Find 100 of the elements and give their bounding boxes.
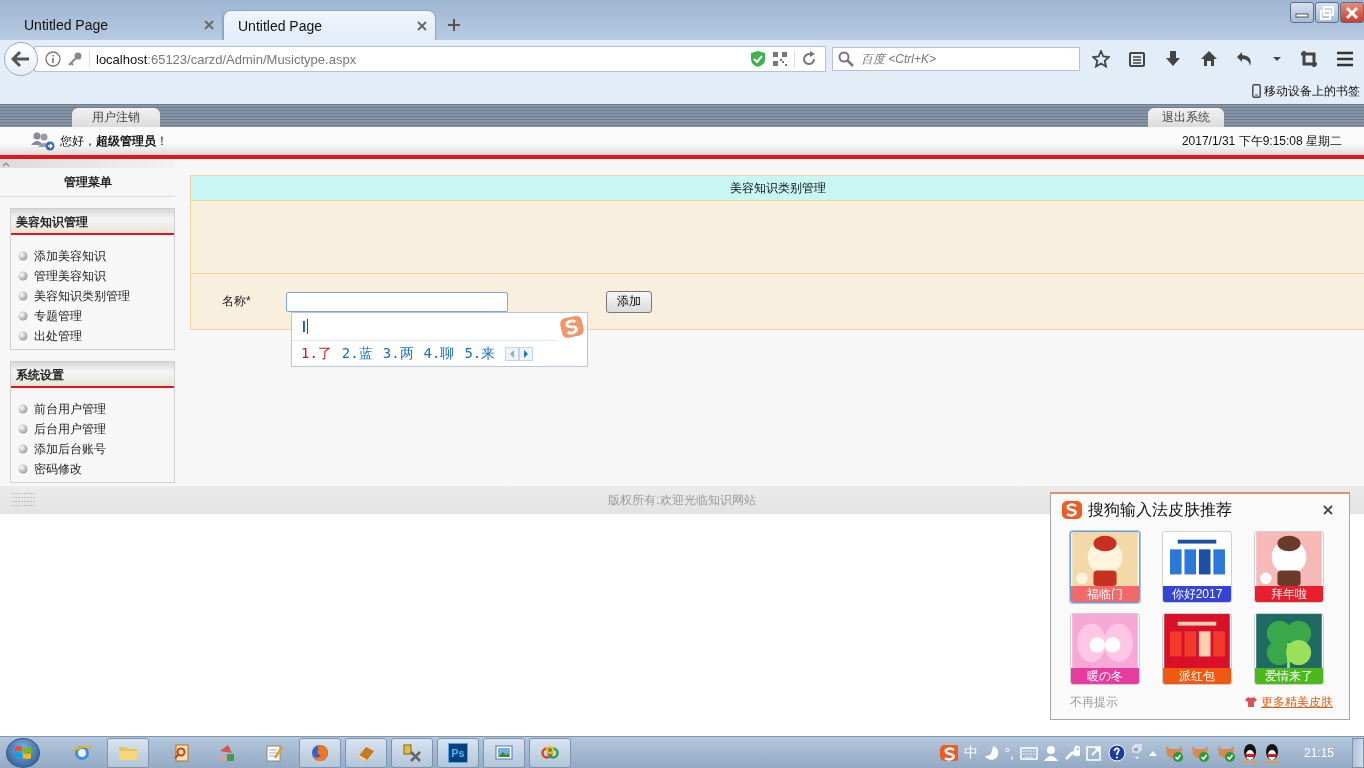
candidate[interactable]: 5.来	[464, 345, 496, 363]
candidate[interactable]: 1.了	[301, 345, 332, 363]
penguin-icon[interactable]	[1263, 742, 1280, 763]
group-title: 系统设置	[11, 362, 174, 388]
menu-link[interactable]: 美容知识类别管理	[34, 287, 130, 305]
bullet-icon	[18, 464, 28, 474]
taskbar-button[interactable]	[299, 737, 341, 768]
wrench-icon[interactable]	[1063, 744, 1080, 761]
popup-title: 搜狗输入法皮肤推荐	[1088, 499, 1232, 520]
more-skins-link[interactable]: 更多精美皮肤	[1261, 693, 1333, 711]
bullet-icon	[18, 291, 28, 301]
penguin-icon[interactable]	[1241, 742, 1258, 763]
skin-label: 暖の冬	[1071, 668, 1139, 684]
restore-button[interactable]	[1315, 2, 1339, 23]
header-tab[interactable]: 退出系统	[1148, 108, 1224, 127]
browser-tab[interactable]: Untitled Page	[223, 10, 436, 40]
add-button[interactable]: 添加	[606, 290, 652, 313]
collapse-icon[interactable]	[2, 160, 10, 167]
taskbar-button[interactable]	[529, 737, 571, 768]
app-logo: Ps	[448, 742, 468, 763]
composition-text: l	[302, 318, 306, 335]
candidate[interactable]: 2.蓝	[341, 345, 373, 363]
taskbar-button[interactable]	[107, 737, 149, 768]
previous-page-button[interactable]	[505, 347, 520, 361]
sidebar-title: 管理菜单	[0, 168, 175, 197]
tab-title: Untitled Page	[24, 17, 110, 33]
header-tab[interactable]: 用户注销	[72, 108, 160, 127]
key-icon	[67, 51, 83, 67]
address-bar[interactable]: localhost:65123/carzd/Admin/Musictype.aspx	[34, 46, 826, 72]
close-icon	[1345, 5, 1359, 20]
tools-icon	[402, 742, 422, 763]
bullet-icon	[18, 444, 28, 454]
menu-icon[interactable]	[1336, 50, 1354, 68]
reading-list-icon[interactable]	[1128, 50, 1146, 68]
menu-link[interactable]: 添加后台账号	[34, 440, 106, 458]
close-button[interactable]	[1340, 2, 1364, 23]
shield-icon[interactable]	[750, 50, 766, 68]
users-icon	[30, 131, 56, 151]
tab-title: Untitled Page	[238, 17, 324, 34]
restore-icon	[1320, 5, 1334, 20]
menu-link[interactable]: 专题管理	[34, 307, 82, 325]
candidate[interactable]: 4.聊	[423, 345, 455, 363]
search-icon	[838, 51, 854, 67]
candidate[interactable]: 3.两	[382, 345, 414, 363]
show-desktop-button[interactable]	[1352, 737, 1364, 768]
close-icon[interactable]	[417, 20, 427, 31]
bullet-icon	[18, 404, 28, 414]
skin-label: 福临门	[1071, 586, 1139, 602]
name-input[interactable]	[286, 291, 508, 312]
bookmark-item[interactable]: 移动设备上的书签	[1252, 82, 1360, 100]
taskbar-button[interactable]	[391, 737, 433, 768]
search-field[interactable]: 百度 <Ctrl+K>	[832, 47, 1080, 71]
back-button[interactable]	[4, 42, 38, 76]
windows-icon[interactable]	[1131, 743, 1142, 762]
copyright-text: 版权所有:欢迎光临知识网站	[608, 491, 756, 509]
bullet-icon	[18, 271, 28, 281]
skin-thumbnail[interactable]: 暖の冬	[1070, 613, 1140, 685]
external-link-icon[interactable]	[1085, 744, 1102, 761]
bullet-icon	[18, 251, 28, 261]
url-text: localhost:65123/carzd/Admin/Musictype.aspx	[96, 51, 357, 67]
reload-icon[interactable]	[801, 51, 817, 67]
crop-icon[interactable]	[1300, 50, 1318, 68]
plus-icon[interactable]	[448, 19, 460, 31]
qr-code-icon[interactable]	[772, 51, 788, 67]
menu-link[interactable]: 密码修改	[34, 460, 82, 478]
star-icon[interactable]	[1092, 50, 1110, 68]
logo-icon[interactable]	[940, 744, 959, 761]
browser-icon	[310, 742, 330, 763]
skin-thumbnail[interactable]: 拜年啦	[1254, 531, 1324, 603]
download-icon[interactable]	[1164, 50, 1182, 68]
menu-link[interactable]: 添加美容知识	[34, 247, 106, 265]
menu-link[interactable]: 前台用户管理	[34, 400, 106, 418]
skin-thumbnail[interactable]: 你好2017	[1162, 531, 1232, 603]
person-icon[interactable]	[1043, 744, 1058, 761]
right-triangle-icon	[523, 350, 530, 358]
taskbar-button[interactable]	[345, 737, 387, 768]
start-button[interactable]	[6, 737, 40, 768]
image-icon	[494, 742, 514, 763]
text-caret	[306, 319, 308, 334]
next-page-button[interactable]	[519, 347, 534, 361]
back-arrow-icon	[11, 50, 31, 68]
menu-link[interactable]: 后台用户管理	[34, 420, 106, 438]
phone-icon	[1252, 84, 1261, 98]
bullet-icon	[18, 331, 28, 341]
info-icon[interactable]	[45, 51, 61, 67]
home-icon[interactable]	[1200, 50, 1218, 68]
document-search-icon	[172, 742, 192, 763]
left-triangle-icon	[509, 350, 516, 358]
moon-icon[interactable]	[984, 744, 999, 761]
date-time: 2017/1/31 下午9:15:08 星期二	[1181, 132, 1342, 150]
help-icon[interactable]	[1107, 743, 1126, 762]
taskbar-button[interactable]: Ps	[437, 737, 479, 768]
menu-link[interactable]: 出处管理	[34, 327, 82, 345]
menu-link[interactable]: 管理美容知识	[34, 267, 106, 285]
field-label: 名称*	[222, 293, 252, 310]
close-icon[interactable]	[1323, 505, 1333, 515]
bullet-icon	[18, 311, 28, 321]
group-title: 美容知识管理	[11, 209, 174, 235]
taskbar-button[interactable]	[483, 737, 525, 768]
minimize-button[interactable]	[1290, 2, 1314, 23]
